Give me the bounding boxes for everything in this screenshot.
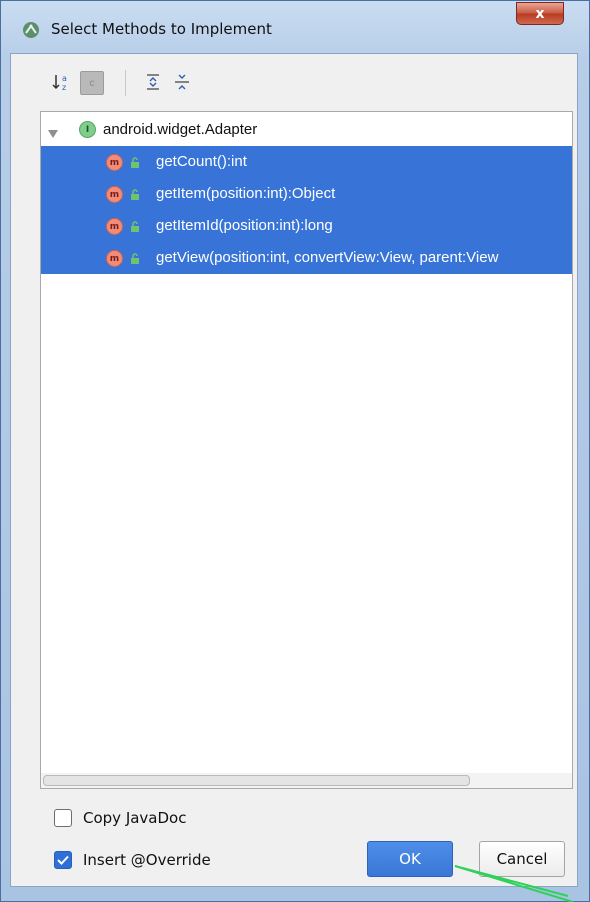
copy-javadoc-label: Copy JavaDoc: [83, 809, 187, 827]
copy-javadoc-checkbox[interactable]: [54, 809, 72, 827]
insert-override-option[interactable]: Insert @Override: [54, 851, 211, 869]
tree-row[interactable]: m getCount():int: [41, 146, 572, 178]
toolbar: a z c: [11, 54, 577, 109]
insert-override-label: Insert @Override: [83, 851, 211, 869]
tree-row[interactable]: m getItem(position:int):Object: [41, 178, 572, 210]
public-lock-icon: [130, 188, 140, 206]
tree-root-label: android.widget.Adapter: [103, 121, 258, 138]
ok-button[interactable]: OK: [367, 841, 453, 877]
close-icon: x: [535, 5, 545, 22]
tree-row[interactable]: m getView(position:int, convertView:View…: [41, 242, 572, 274]
tree-row[interactable]: m getItemId(position:int):long: [41, 210, 572, 242]
method-icon: m: [106, 250, 123, 267]
method-label: getCount():int: [156, 153, 247, 170]
horizontal-scrollbar[interactable]: [40, 773, 573, 789]
dialog-content: a z c I android.widget.Adapter m getCoun…: [10, 53, 578, 887]
method-label: getItemId(position:int):long: [156, 217, 333, 234]
public-lock-icon: [130, 220, 140, 238]
method-icon: m: [106, 154, 123, 171]
android-studio-icon: [22, 21, 40, 39]
method-label: getView(position:int, convertView:View, …: [156, 249, 499, 266]
method-label: getItem(position:int):Object: [156, 185, 336, 202]
expand-arrow-icon[interactable]: [48, 125, 58, 143]
checkmark-icon: [57, 855, 69, 865]
collapse-all-icon[interactable]: [171, 71, 193, 93]
sort-alphabetically-icon[interactable]: a z: [50, 71, 72, 93]
cancel-button[interactable]: Cancel: [479, 841, 565, 877]
dialog-title: Select Methods to Implement: [51, 20, 272, 38]
scrollbar-thumb[interactable]: [43, 775, 470, 786]
insert-override-checkbox[interactable]: [54, 851, 72, 869]
show-classes-button[interactable]: c: [80, 71, 104, 95]
show-classes-icon: c: [89, 77, 95, 89]
copy-javadoc-option[interactable]: Copy JavaDoc: [54, 809, 186, 827]
public-lock-icon: [130, 156, 140, 174]
methods-tree[interactable]: I android.widget.Adapter m getCount():in…: [40, 111, 573, 775]
title-bar[interactable]: Select Methods to Implement x: [1, 1, 589, 53]
tree-root-row[interactable]: I android.widget.Adapter: [41, 114, 572, 146]
public-lock-icon: [130, 252, 140, 270]
method-icon: m: [106, 186, 123, 203]
close-button[interactable]: x: [516, 2, 564, 25]
method-icon: m: [106, 218, 123, 235]
dialog-window: Select Methods to Implement x a z c I an…: [0, 0, 590, 902]
svg-text:a: a: [62, 74, 67, 83]
interface-icon: I: [79, 121, 96, 138]
toolbar-separator: [125, 70, 126, 96]
expand-all-icon[interactable]: [142, 71, 164, 93]
svg-text:z: z: [62, 83, 66, 92]
